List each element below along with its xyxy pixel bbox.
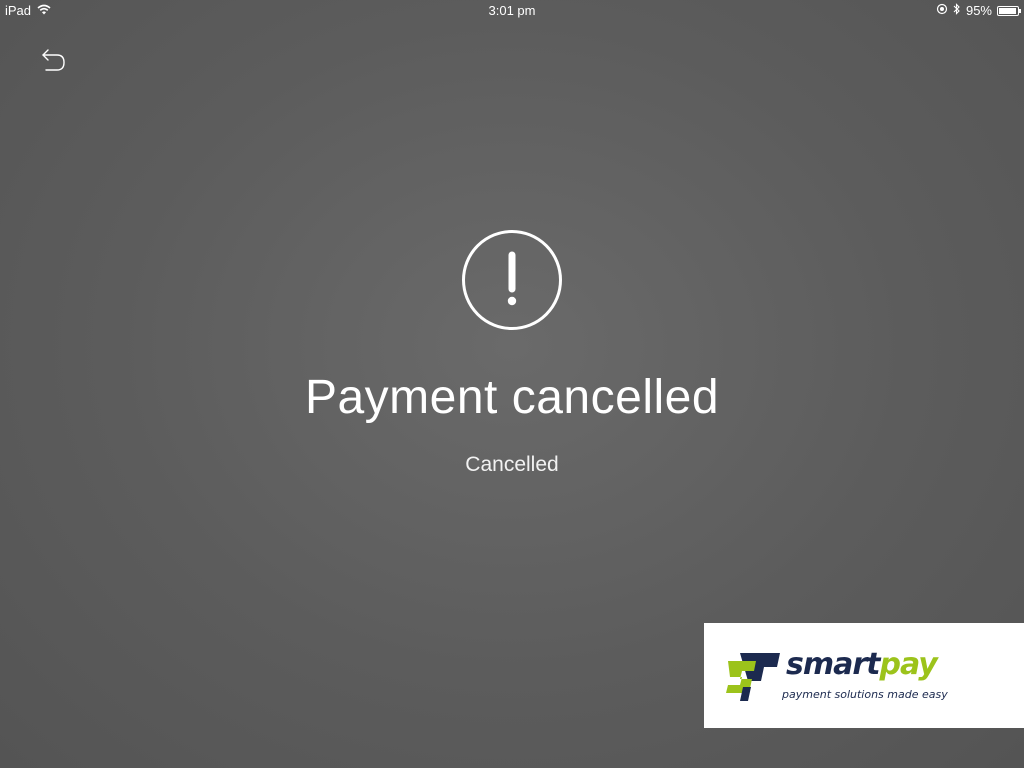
battery-icon xyxy=(997,5,1021,16)
orientation-lock-icon xyxy=(936,3,948,18)
battery-fill xyxy=(999,7,1017,14)
bluetooth-icon xyxy=(953,3,961,18)
result-status: Cancelled xyxy=(465,453,559,476)
status-time: 3:01 pm xyxy=(488,3,536,18)
battery-percent: 95% xyxy=(965,3,992,18)
smartpay-wordmark: smartpay xyxy=(786,647,938,682)
undo-arrow-icon xyxy=(38,49,70,80)
smartpay-logo: smartpay payment solutions made easy xyxy=(704,623,1024,728)
wordmark-smart: smart xyxy=(786,647,880,682)
status-right: 95% xyxy=(936,3,1021,18)
result-title: Payment cancelled xyxy=(304,371,720,424)
smartpay-tagline: payment solutions made easy xyxy=(782,688,948,701)
back-button[interactable] xyxy=(38,44,70,76)
smartpay-mark-icon xyxy=(726,647,782,703)
status-bar: iPad 3:01 pm 95% xyxy=(0,0,1024,20)
exclamation-circle-icon xyxy=(461,229,563,331)
wordmark-pay: pay xyxy=(879,647,938,682)
